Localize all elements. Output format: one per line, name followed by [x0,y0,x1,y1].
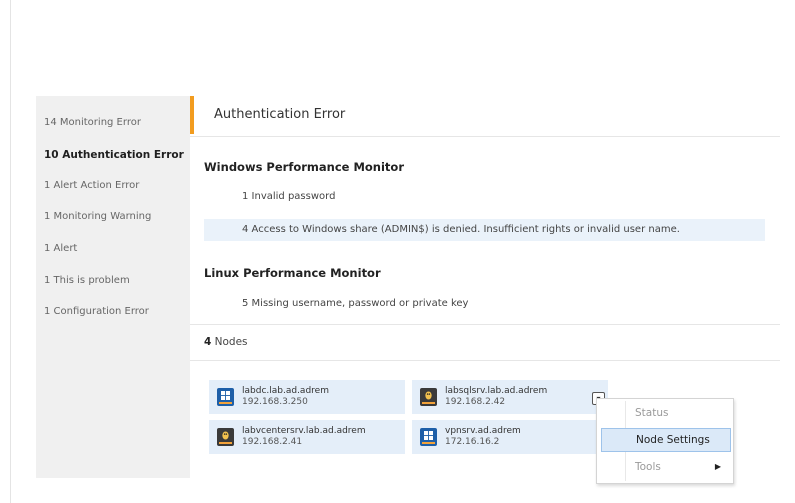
left-divider [10,0,11,503]
windows-server-icon [217,388,234,406]
node-name: labdc.lab.ad.adrem [242,386,329,396]
node-name: labsqlsrv.lab.ad.adrem [445,386,548,396]
error-text: 4 Access to Windows share (ADMIN$) is de… [242,224,680,235]
node-tile-labsqlsrv[interactable]: labsqlsrv.lab.ad.adrem 192.168.2.42 [412,380,608,414]
nodes-label: Nodes [214,336,248,348]
page-title: Authentication Error [214,107,346,122]
node-ip: 192.168.2.42 [445,397,506,407]
linux-server-icon [420,388,437,406]
divider [190,324,780,325]
node-ip: 192.168.2.41 [242,437,303,447]
accent-bar [190,96,194,134]
windows-server-icon [420,428,437,446]
alert-category-sidebar: 14 Monitoring Error 10 Authentication Er… [36,96,190,478]
menu-item-label: Status [635,407,669,419]
menu-item-tools[interactable]: Tools ▶ [601,455,729,479]
error-row[interactable]: 5 Missing username, password or private … [204,293,765,315]
linux-server-icon [217,428,234,446]
node-tile-labvcentersrv[interactable]: labvcentersrv.lab.ad.adrem 192.168.2.41 [209,420,405,454]
divider [190,136,780,137]
node-ip: 172.16.16.2 [445,437,500,447]
node-tile-vpnsrv[interactable]: vpnsrv.ad.adrem 172.16.16.2 [412,420,608,454]
node-name: vpnsrv.ad.adrem [445,426,521,436]
sidebar-item-monitoring-error[interactable]: 14 Monitoring Error [44,117,141,128]
error-text: 1 Invalid password [242,191,336,202]
node-name: labvcentersrv.lab.ad.adrem [242,426,366,436]
error-text: 5 Missing username, password or private … [242,298,469,309]
menu-item-node-settings[interactable]: Node Settings [601,428,731,452]
nodes-count-header: 4 Nodes [204,336,248,348]
node-ip: 192.168.3.250 [242,397,308,407]
sidebar-item-configuration-error[interactable]: 1 Configuration Error [44,306,149,317]
submenu-arrow-icon: ▶ [714,462,721,471]
nodes-count: 4 [204,336,212,348]
menu-item-label: Tools [635,461,661,473]
divider [190,360,780,361]
node-tile-labdc[interactable]: labdc.lab.ad.adrem 192.168.3.250 [209,380,405,414]
sidebar-item-alert[interactable]: 1 Alert [44,243,77,254]
sidebar-item-this-is-problem[interactable]: 1 This is problem [44,275,130,286]
sidebar-item-alert-action-error[interactable]: 1 Alert Action Error [44,180,139,191]
error-row-highlighted[interactable]: 4 Access to Windows share (ADMIN$) is de… [204,219,765,241]
node-context-menu: Status Node Settings Tools ▶ [596,398,734,484]
sidebar-item-authentication-error[interactable]: 10 Authentication Error [44,149,184,161]
menu-item-status[interactable]: Status [601,401,729,425]
error-row[interactable]: 1 Invalid password [204,186,765,208]
menu-item-label: Node Settings [636,434,710,446]
group-title-linux-performance-monitor: Linux Performance Monitor [204,266,381,280]
group-title-windows-performance-monitor: Windows Performance Monitor [204,160,404,174]
sidebar-item-monitoring-warning[interactable]: 1 Monitoring Warning [44,211,151,222]
